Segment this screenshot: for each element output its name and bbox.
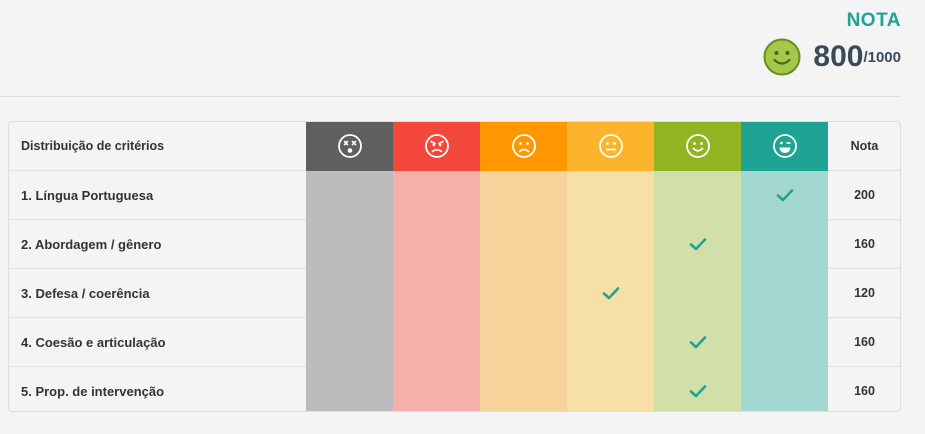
score-column-header: Nota: [850, 139, 879, 153]
header-divider: [0, 96, 901, 97]
level-cell: [567, 268, 654, 318]
table-header-row: Distribuição de critérios Nota: [9, 122, 900, 171]
criterion-label: 5. Prop. de intervenção: [9, 366, 306, 411]
level-cell: [480, 219, 567, 269]
criteria-column-header: Distribuição de critérios: [21, 139, 165, 153]
level-cell: [741, 268, 828, 318]
level-cell: [654, 219, 741, 269]
level-cell: [480, 366, 567, 411]
table-row: 4. Coesão e articulação 160: [9, 317, 900, 367]
level-header-6: [741, 122, 828, 171]
level-cell: [393, 219, 480, 269]
criterion-score: 200: [828, 170, 900, 220]
level-header-1: [306, 122, 393, 171]
level-cell: [741, 317, 828, 367]
table-row: 3. Defesa / coerência 120: [9, 268, 900, 318]
check-icon: [689, 382, 707, 400]
sad-face-icon: [511, 134, 536, 159]
criterion-score: 160: [828, 219, 900, 269]
level-cell: [306, 268, 393, 318]
level-cell: [480, 268, 567, 318]
level-cell: [567, 366, 654, 411]
check-icon: [689, 235, 707, 253]
check-icon: [689, 333, 707, 351]
criterion-label: 2. Abordagem / gênero: [9, 219, 306, 269]
level-cell: [567, 219, 654, 269]
level-cell: [741, 170, 828, 220]
level-cell: [393, 268, 480, 318]
level-cell: [654, 317, 741, 367]
criterion-score: 120: [828, 268, 900, 318]
level-cell: [306, 317, 393, 367]
criterion-label: 1. Língua Portuguesa: [9, 170, 306, 220]
level-cell: [393, 170, 480, 220]
level-cell: [654, 366, 741, 411]
level-cell: [306, 219, 393, 269]
score-max: /1000: [863, 48, 901, 66]
score-summary: NOTA 800/1000: [763, 10, 901, 76]
level-cell: [741, 219, 828, 269]
grin-face-icon: [772, 134, 797, 159]
table-row: 1. Língua Portuguesa 200: [9, 170, 900, 220]
level-cell: [480, 317, 567, 367]
level-cell: [306, 170, 393, 220]
level-cell: [306, 366, 393, 411]
check-icon: [602, 284, 620, 302]
level-header-3: [480, 122, 567, 171]
level-header-4: [567, 122, 654, 171]
angry-face-icon: [424, 134, 449, 159]
score-title: NOTA: [846, 10, 901, 31]
neutral-face-icon: [598, 134, 623, 159]
criterion-label: 3. Defesa / coerência: [9, 268, 306, 318]
level-cell: [393, 366, 480, 411]
level-header-5: [654, 122, 741, 171]
table-row: 2. Abordagem / gênero 160: [9, 219, 900, 269]
dizzy-face-icon: [337, 134, 362, 159]
level-cell: [567, 170, 654, 220]
level-cell: [741, 366, 828, 411]
score-value: 800: [813, 40, 864, 73]
level-cell: [654, 170, 741, 220]
smile-face-icon: [685, 134, 710, 159]
score-line: 800/1000: [763, 38, 901, 76]
level-cell: [654, 268, 741, 318]
criteria-table: Distribuição de critérios Nota 1. Língua…: [8, 121, 901, 412]
level-cell: [567, 317, 654, 367]
level-cell: [393, 317, 480, 367]
level-header-2: [393, 122, 480, 171]
criterion-score: 160: [828, 317, 900, 367]
criterion-score: 160: [828, 366, 900, 411]
table-row: 5. Prop. de intervenção 160: [9, 366, 900, 411]
criterion-label: 4. Coesão e articulação: [9, 317, 306, 367]
smile-face-icon: [763, 38, 801, 76]
level-cell: [480, 170, 567, 220]
check-icon: [776, 186, 794, 204]
